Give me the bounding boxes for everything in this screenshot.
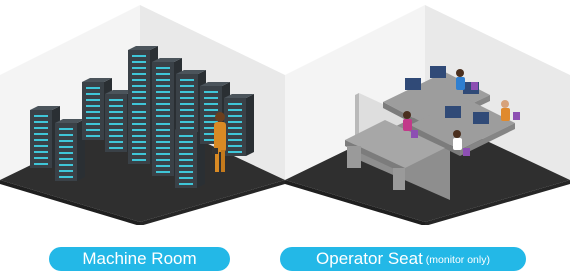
server-rack: [224, 94, 254, 156]
operator-seat-illustration: [285, 0, 570, 226]
server-room-icon: [0, 5, 285, 226]
machine-room-label: Machine Room: [49, 247, 230, 271]
machine-room-illustration: [0, 0, 285, 226]
operator-office-icon: [285, 5, 570, 226]
operator-seat-label: Operator Seat (monitor only): [280, 247, 526, 271]
operator-seat-note: (monitor only): [425, 254, 490, 266]
operator-seat-text: Operator Seat: [316, 249, 423, 268]
server-rack: [55, 119, 85, 181]
machine-room-text: Machine Room: [82, 249, 197, 268]
